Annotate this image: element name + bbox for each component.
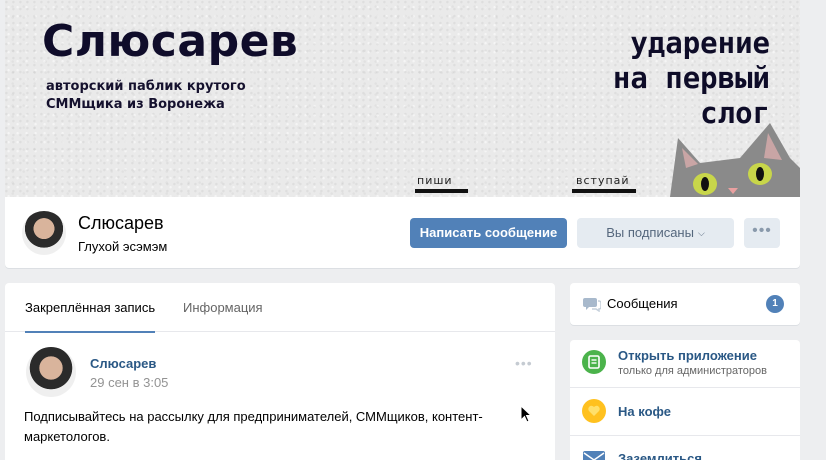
open-app-title[interactable]: Открыть приложение [618, 348, 757, 363]
messages-icon [583, 298, 601, 312]
cover-subtitle: авторский паблик крутого СММщика из Воро… [46, 79, 246, 112]
heart-icon [588, 405, 600, 416]
post-author-avatar[interactable] [26, 347, 76, 397]
write-message-button[interactable]: Написать сообщение [410, 218, 567, 248]
cover-slogan-line: на первый [612, 61, 770, 95]
messages-card[interactable]: Сообщения 1 [570, 283, 800, 325]
more-actions-button[interactable]: ••• [744, 218, 780, 248]
cover-slogan: ударение на первый слог [550, 26, 770, 131]
cover-slogan-line: ударение [630, 26, 770, 60]
coffee-label[interactable]: На кофе [618, 404, 671, 419]
post-date[interactable]: 29 сен в 3:05 [90, 375, 168, 390]
coffee-icon [582, 399, 606, 423]
post-text: Подписывайтесь на рассылку для предприни… [24, 409, 483, 444]
wall-card: Закреплённая запись Информация Слюсарев … [5, 283, 555, 460]
cover-bar-write [415, 189, 468, 193]
open-app-subtitle: только для администраторов [618, 365, 768, 377]
coffee-row[interactable]: На кофе [570, 388, 800, 434]
messages-count-badge: 1 [766, 295, 784, 313]
app-glyph-icon [588, 355, 600, 369]
post-author[interactable]: Слюсарев [90, 356, 156, 371]
cover-label-join[interactable]: вступай [576, 174, 630, 187]
cover-image: Слюсарев авторский паблик крутого СММщик… [5, 0, 800, 197]
partial-label[interactable]: Заземлиться [618, 451, 702, 460]
subscribed-button-label: Вы подписаны [606, 225, 694, 240]
chevron-down-icon: ⌵ [697, 228, 705, 238]
open-app-row[interactable]: Открыть приложение только для администра… [570, 340, 800, 386]
group-header: Слюсарев авторский паблик крутого СММщик… [5, 0, 800, 268]
subscribed-button[interactable]: Вы подписаны ⌵ [577, 218, 734, 248]
tab-pinned-post[interactable]: Закреплённая запись [25, 283, 156, 333]
group-name: Слюсарев [78, 213, 164, 233]
app-icon [582, 350, 606, 374]
cover-bar-join [572, 189, 636, 193]
partial-row[interactable]: Заземлиться [570, 436, 800, 460]
messages-label: Сообщения [607, 296, 678, 311]
cover-label-write[interactable]: пиши [417, 174, 453, 187]
group-avatar[interactable] [22, 211, 66, 255]
apps-card: Открыть приложение только для администра… [570, 340, 800, 460]
post-menu-button[interactable]: ••• [515, 355, 533, 371]
group-profile-row: Слюсарев Глухой эсэмэм Написать сообщени… [5, 197, 800, 268]
wall-tabs: Закреплённая запись Информация [5, 283, 555, 333]
cat-illustration [670, 123, 800, 197]
tab-information[interactable]: Информация [183, 283, 263, 332]
group-status: Глухой эсэмэм [78, 239, 168, 254]
mail-icon [583, 451, 605, 460]
mouse-cursor-icon [520, 405, 532, 423]
cover-title: Слюсарев [42, 16, 299, 67]
